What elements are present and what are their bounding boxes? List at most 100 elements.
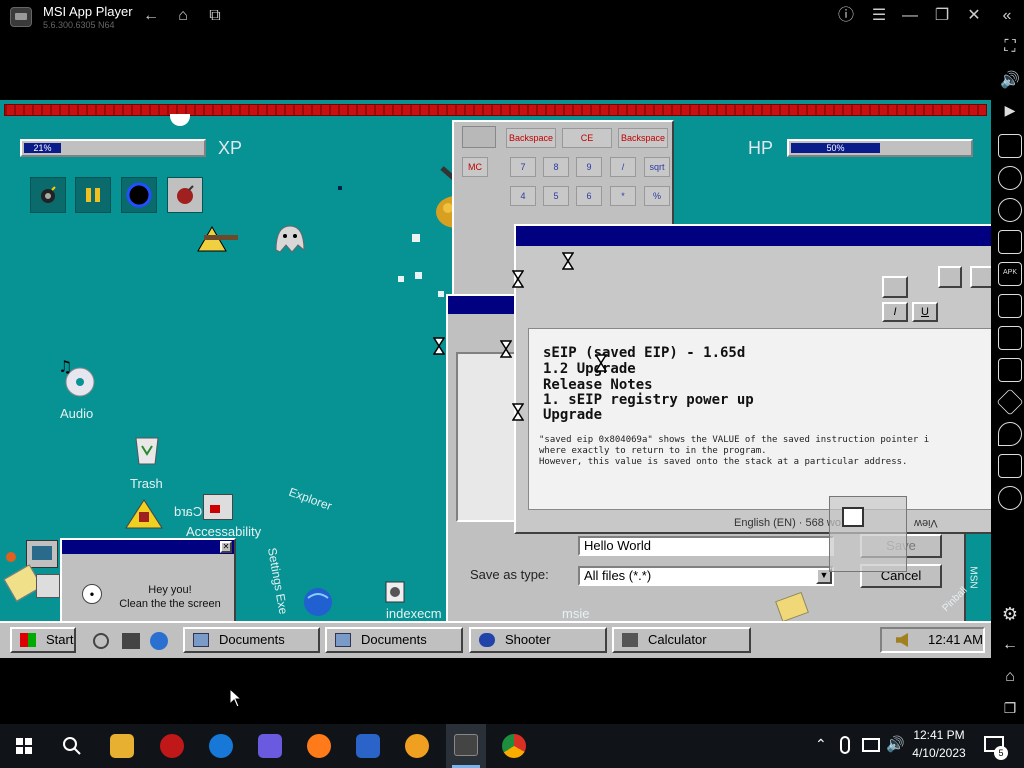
black-hole-powerup-icon[interactable] <box>121 177 157 213</box>
clippy-close-icon[interactable]: ✕ <box>220 541 232 553</box>
settings-gear-icon[interactable]: ⚙ <box>998 604 1022 628</box>
apk-icon[interactable]: APK <box>998 262 1022 286</box>
release-notes-body-2: where exactly to return to in the progra… <box>539 446 767 456</box>
audio-cd-icon[interactable]: ♫ <box>58 356 98 400</box>
disk-icon[interactable] <box>36 574 60 598</box>
fullscreen-icon[interactable]: ⛶ <box>998 38 1022 62</box>
save-as-type-label: Save as type: <box>470 567 549 582</box>
calc-key-6[interactable]: 6 <box>576 186 602 206</box>
monitor-icon[interactable] <box>26 540 58 568</box>
minimize-icon[interactable]: — <box>899 5 921 27</box>
multi-instance-icon[interactable] <box>998 358 1022 382</box>
app-player-taskbar-active[interactable] <box>446 724 486 768</box>
calc-key-sqrt[interactable]: sqrt <box>644 157 670 177</box>
indexecm-icon[interactable] <box>384 580 406 604</box>
back-arrow-icon[interactable]: ← <box>140 5 162 27</box>
keyboard-icon[interactable] <box>998 134 1022 158</box>
cursor-icon[interactable]: ▶ <box>998 102 1022 126</box>
clippy-titlebar <box>62 540 234 554</box>
tray-chevron-up-icon[interactable]: ⌃ <box>815 736 827 753</box>
android-recents-icon[interactable]: ❐ <box>998 700 1022 724</box>
calc-key-7[interactable]: 7 <box>510 157 536 177</box>
android-back-icon[interactable]: ← <box>998 636 1022 660</box>
msi-dragon-icon[interactable] <box>160 734 184 758</box>
red-bomb-powerup-icon[interactable] <box>167 177 203 213</box>
security-shield-icon[interactable] <box>356 734 380 758</box>
emulator-titlebar: MSI App Player 5.6.300.6305 N64 ← ⌂ ⧉ ⓘ … <box>0 0 1024 34</box>
system-tray: 12:41 AM <box>880 627 985 653</box>
volume-icon[interactable]: 🔊 <box>998 70 1022 94</box>
speed-icon[interactable] <box>998 486 1022 510</box>
help-icon[interactable]: ⓘ <box>835 5 857 27</box>
attach-icon[interactable] <box>882 276 908 298</box>
calc-key-multiply[interactable]: * <box>610 186 636 206</box>
close-icon[interactable]: ✕ <box>963 5 985 27</box>
release-notes-version: 1.2 Upgrade <box>543 361 636 377</box>
eraser-icon[interactable] <box>996 388 1024 416</box>
p-app-icon[interactable] <box>258 734 282 758</box>
calc-key-9[interactable]: 9 <box>576 157 602 177</box>
search-icon[interactable] <box>62 736 82 756</box>
home-icon[interactable]: ⌂ <box>172 5 194 27</box>
calc-key-5[interactable]: 5 <box>543 186 569 206</box>
explorer-label: Explorer <box>286 484 334 514</box>
bomb-powerup-icon[interactable] <box>30 177 66 213</box>
ceiling-light <box>170 114 190 126</box>
gold-bars-powerup-icon[interactable] <box>75 177 111 213</box>
chrome-icon[interactable] <box>502 734 526 758</box>
windows-start-icon[interactable] <box>16 738 32 754</box>
speaker-icon[interactable] <box>896 633 908 647</box>
network-icon[interactable] <box>862 738 880 752</box>
brave-icon[interactable] <box>405 734 429 758</box>
gamepad-icon[interactable] <box>998 230 1022 254</box>
android-home-icon[interactable]: ⌂ <box>998 668 1022 692</box>
task-calculator[interactable]: Calculator <box>612 627 751 653</box>
start-button[interactable]: Start <box>10 627 76 653</box>
calc-key-divide[interactable]: / <box>610 157 636 177</box>
calc-key-4[interactable]: 4 <box>510 186 536 206</box>
record-icon[interactable] <box>998 166 1022 190</box>
menu-icon[interactable]: ☰ <box>868 5 890 27</box>
quick-launch-clock-icon[interactable] <box>93 633 109 649</box>
game-viewport[interactable]: 21% XP HP 50% Backspace CE Backspace MC … <box>0 100 991 658</box>
folder-open-icon[interactable] <box>938 266 962 288</box>
volume-tray-icon[interactable]: 🔊 <box>886 735 905 753</box>
firefox-icon[interactable] <box>307 734 331 758</box>
calc-ce-key[interactable]: CE <box>562 128 612 148</box>
task-documents-2[interactable]: Documents <box>325 627 463 653</box>
status-language: English (EN) · 568 wo <box>734 517 841 529</box>
calc-key-8[interactable]: 8 <box>543 157 569 177</box>
microphone-icon[interactable] <box>840 736 850 754</box>
recent-apps-icon[interactable]: ⧉ <box>204 5 226 27</box>
layers-icon[interactable] <box>998 454 1022 478</box>
calc-backspace-key-2[interactable]: Backspace <box>618 128 668 148</box>
xp-bar: 21% <box>20 139 206 157</box>
file-explorer-icon[interactable] <box>110 734 134 758</box>
quick-launch-ie-icon[interactable] <box>150 632 168 650</box>
accessibility-warning-icon[interactable] <box>124 498 164 530</box>
save-disk-icon[interactable] <box>970 266 991 288</box>
checkbox-icon[interactable] <box>842 507 864 527</box>
calc-key-percent[interactable]: % <box>644 186 670 206</box>
restore-icon[interactable]: ❐ <box>931 5 953 27</box>
card-app-icon[interactable] <box>203 494 233 520</box>
quick-launch-screen-icon[interactable] <box>122 633 140 649</box>
clock-time[interactable]: 12:41 PM <box>906 728 972 742</box>
ccleaner-icon[interactable] <box>209 734 233 758</box>
underline-button[interactable]: U <box>912 302 938 322</box>
filename-input[interactable]: Hello World <box>578 536 834 556</box>
clock-date[interactable]: 4/10/2023 <box>906 746 972 760</box>
recycle-bin-icon[interactable] <box>132 432 162 466</box>
calc-backspace-key[interactable]: Backspace <box>506 128 556 148</box>
italic-button[interactable]: I <box>882 302 908 322</box>
calc-mc-key[interactable]: MC <box>462 157 488 177</box>
task-documents-1[interactable]: Documents <box>183 627 320 653</box>
collapse-sidebar-icon[interactable]: « <box>996 5 1018 27</box>
globe-icon[interactable] <box>302 586 334 618</box>
task-shooter[interactable]: Shooter <box>469 627 607 653</box>
location-icon[interactable] <box>998 422 1022 446</box>
screenshot-icon[interactable] <box>998 294 1022 318</box>
folder-icon[interactable] <box>998 326 1022 350</box>
sync-icon[interactable] <box>998 198 1022 222</box>
save-as-type-select[interactable]: All files (*.*) <box>578 566 834 586</box>
